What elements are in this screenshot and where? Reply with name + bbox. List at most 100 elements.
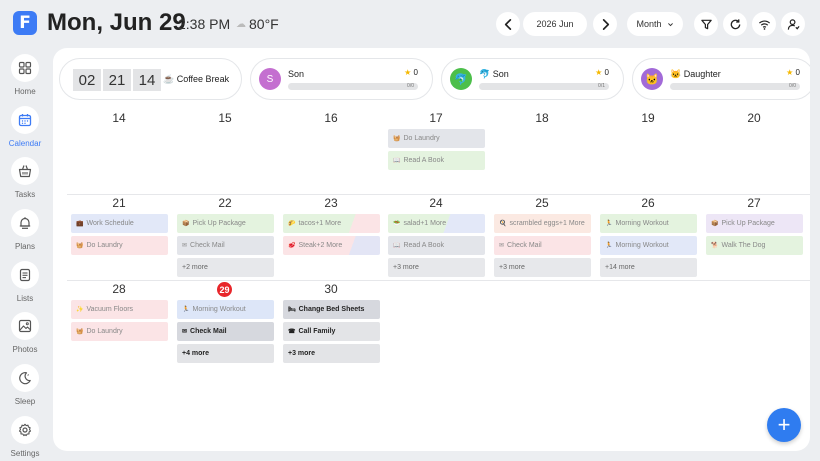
month-selector[interactable]: 2026 Jun [523, 12, 587, 36]
next-month-button[interactable] [593, 12, 617, 36]
nav-calendar[interactable]: Calendar [4, 106, 46, 148]
day-number[interactable]: 19 [596, 111, 700, 125]
nav-tasks[interactable]: Tasks [4, 157, 46, 199]
day-number[interactable]: 22 [173, 196, 277, 210]
cloud-icon: ☁ [236, 18, 246, 30]
event-title: Do Laundry [86, 242, 123, 249]
more-events-link[interactable]: +3 more [283, 344, 380, 363]
event-title: scrambled eggs+1 More [509, 220, 585, 227]
nav-plans[interactable]: Plans [4, 209, 46, 251]
calendar-event[interactable]: ✉ Check Mail [494, 236, 591, 255]
calendar-event[interactable]: 🛏 Change Bed Sheets [283, 300, 380, 319]
weather: ☁ 80°F [236, 16, 279, 32]
basket-icon [18, 165, 32, 178]
add-event-button[interactable]: + [767, 408, 801, 442]
calendar-event[interactable]: 🍳 scrambled eggs+1 More [494, 214, 591, 233]
event-icon: 🛏 [288, 307, 296, 313]
day-number[interactable]: 18 [490, 111, 594, 125]
nav-photos[interactable]: Photos [4, 312, 46, 354]
nav-home[interactable]: Home [4, 54, 46, 96]
day-number[interactable]: 14 [67, 111, 171, 125]
refresh-button[interactable] [723, 12, 747, 36]
nav-settings[interactable]: Settings [4, 416, 46, 458]
calendar-event[interactable]: 🧺 Do Laundry [71, 236, 168, 255]
calendar-event[interactable]: 🏃 Morning Workout [600, 236, 697, 255]
day-number[interactable]: 24 [384, 196, 488, 210]
nav-sleep[interactable]: z Sleep [4, 364, 46, 406]
event-icon: ✉ [499, 243, 505, 249]
event-icon: 📖 [393, 243, 401, 249]
more-events-link[interactable]: +2 more [177, 258, 274, 277]
calendar-event[interactable]: 🏃 Morning Workout [600, 214, 697, 233]
nav-label: Tasks [14, 190, 36, 199]
photo-icon [18, 319, 32, 333]
star-icon: ★ [595, 68, 603, 77]
event-title: Check Mail [190, 242, 225, 249]
calendar-icon [18, 114, 32, 127]
progress-bar: 0/0 [670, 83, 800, 90]
event-title: Do Laundry [86, 328, 123, 335]
profile-card-dolphin-son[interactable]: 🐬 🐬 Son ★ 0 0/1 [441, 58, 624, 100]
nav-label: Plans [14, 242, 35, 251]
event-title: +14 more [605, 264, 635, 271]
calendar-event[interactable]: ✉ Check Mail [177, 322, 274, 341]
avatar: S [259, 68, 281, 90]
calendar-event[interactable]: 📖 Read A Book [388, 151, 485, 170]
day-number[interactable]: 30 [279, 282, 383, 296]
event-title: Check Mail [507, 242, 542, 249]
day-number[interactable]: 25 [490, 196, 594, 210]
wifi-icon [758, 20, 770, 30]
day-number[interactable]: 20 [702, 111, 806, 125]
calendar-event[interactable]: ✉ Check Mail [177, 236, 274, 255]
calendar-event[interactable]: 🥩 Steak+2 More [283, 236, 380, 255]
nav-lists[interactable]: Lists [4, 261, 46, 303]
profile-card-daughter[interactable]: 🐱 🐱 Daughter ★ 0 0/0 [632, 58, 810, 100]
event-icon: 🧺 [76, 329, 84, 335]
today-badge[interactable]: 29 [217, 282, 232, 297]
event-title: Walk The Dog [721, 242, 766, 249]
event-title: Read A Book [403, 157, 444, 164]
calendar-event[interactable]: 🐕 Walk The Dog [706, 236, 803, 255]
calendar-event[interactable]: 💼 Work Schedule [71, 214, 168, 233]
prev-month-button[interactable] [496, 12, 520, 36]
more-events-link[interactable]: +3 more [494, 258, 591, 277]
profile-card-son[interactable]: S Son ★ 0 0/0 [250, 58, 433, 100]
event-icon: 🏃 [605, 243, 613, 249]
event-icon: 🌮 [288, 221, 296, 227]
day-number[interactable]: 21 [67, 196, 171, 210]
wifi-button[interactable] [752, 12, 776, 36]
timer-card[interactable]: 02 21 14 ☕ Coffee Break [59, 58, 242, 100]
calendar-event[interactable]: 📖 Read A Book [388, 236, 485, 255]
calendar-event[interactable]: 🏃 Morning Workout [177, 300, 274, 319]
calendar-event[interactable]: 🧺 Do Laundry [388, 129, 485, 148]
more-events-link[interactable]: +3 more [388, 258, 485, 277]
event-title: Work Schedule [86, 220, 134, 227]
event-icon: 🧺 [76, 243, 84, 249]
event-icon: 🏃 [605, 221, 613, 227]
day-number[interactable]: 17 [384, 111, 488, 125]
view-selector[interactable]: Month [627, 12, 683, 36]
more-events-link[interactable]: +4 more [177, 344, 274, 363]
day-number[interactable]: 28 [67, 282, 171, 296]
day-number[interactable]: 16 [279, 111, 383, 125]
calendar-event[interactable]: 🌮 tacos+1 More [283, 214, 380, 233]
filter-button[interactable] [694, 12, 718, 36]
day-number[interactable]: 15 [173, 111, 277, 125]
nav-label: Sleep [14, 397, 36, 406]
calendar-event[interactable]: ✨ Vacuum Floors [71, 300, 168, 319]
more-events-link[interactable]: +14 more [600, 258, 697, 277]
calendar-event[interactable]: 📦 Pick Up Package [177, 214, 274, 233]
star-icon: ★ [786, 68, 794, 77]
calendar-event[interactable]: 📦 Pick Up Package [706, 214, 803, 233]
progress-text: 0/0 [789, 83, 796, 89]
calendar-event[interactable]: ☎ Call Family [283, 322, 380, 341]
day-number[interactable]: 26 [596, 196, 700, 210]
day-number[interactable]: 27 [702, 196, 806, 210]
day-number[interactable]: 23 [279, 196, 383, 210]
progress-text: 0/1 [598, 83, 605, 89]
event-title: tacos+1 More [298, 220, 342, 227]
profiles-button[interactable] [781, 12, 805, 36]
calendar-event[interactable]: 🥗 salad+1 More [388, 214, 485, 233]
event-icon: ☎ [288, 329, 296, 335]
calendar-event[interactable]: 🧺 Do Laundry [71, 322, 168, 341]
